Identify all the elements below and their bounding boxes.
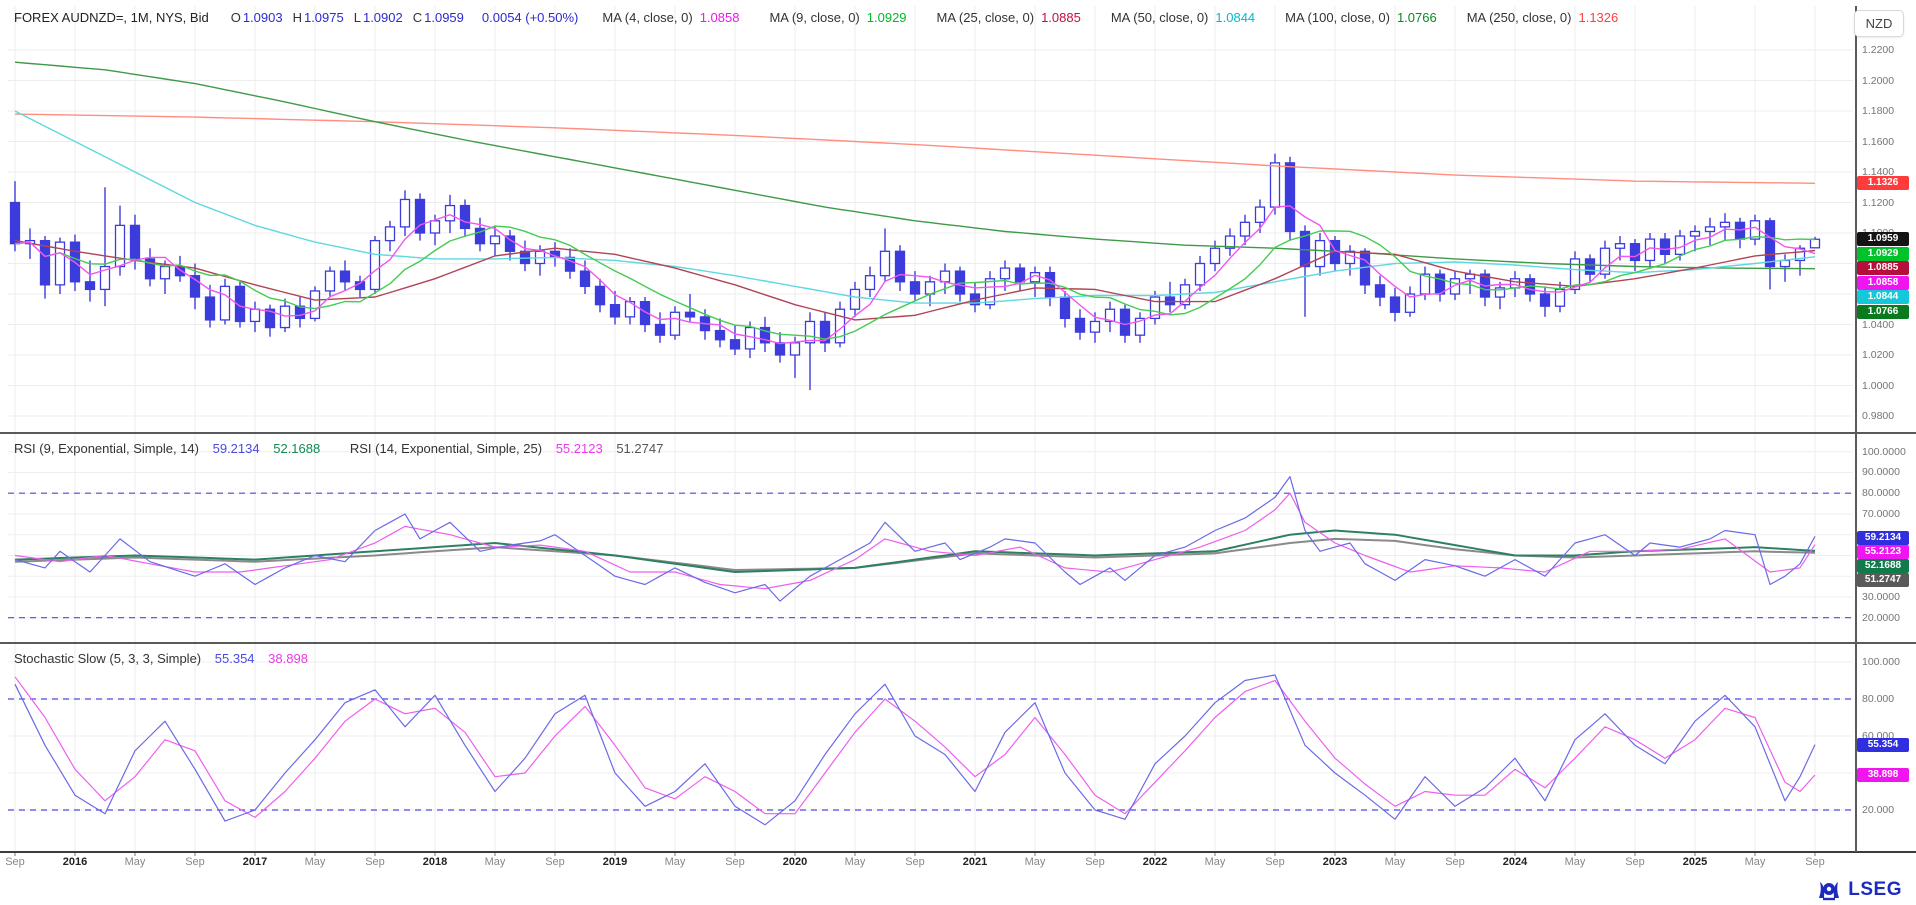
panel-separator[interactable] <box>0 642 1916 644</box>
rsi-axis-label: 90.0000 <box>1862 466 1900 478</box>
price-badge: 1.0929 <box>1857 247 1909 261</box>
stoch-axis-label: 20.000 <box>1862 804 1894 816</box>
x-axis-label: 2018 <box>423 856 447 868</box>
x-axis-label: 2025 <box>1683 856 1707 868</box>
x-axis-label: May <box>485 856 506 868</box>
price-badge: 1.0766 <box>1857 305 1909 319</box>
x-axis-label: Sep <box>185 856 205 868</box>
price-axis-border <box>1855 6 1857 852</box>
rsi14-label: RSI (14, Exponential, Simple, 25) <box>350 441 542 456</box>
x-axis-label: May <box>1385 856 1406 868</box>
stoch-axis-label: 100.000 <box>1862 656 1900 668</box>
x-axis-label: 2021 <box>963 856 987 868</box>
x-axis-label: 2024 <box>1503 856 1527 868</box>
instrument-title: FOREX AUDNZD=, 1M, NYS, Bid <box>14 10 209 25</box>
x-axis-label: May <box>1565 856 1586 868</box>
currency-label: NZD <box>1866 16 1893 31</box>
price-badge: 1.0959 <box>1857 232 1909 246</box>
ma-legend-item: MA (25, close, 0)1.0885 <box>937 10 1081 25</box>
price-axis-label: 1.2000 <box>1862 75 1894 87</box>
rsi-axis-label: 80.0000 <box>1862 487 1900 499</box>
rsi-axis-label: 70.0000 <box>1862 508 1900 520</box>
x-axis-line <box>0 851 1916 853</box>
rsi9-value: 59.2134 <box>213 441 260 456</box>
chart-legend: FOREX AUDNZD=, 1M, NYS, Bid O1.0903 H1.09… <box>0 0 1648 34</box>
price-badge: 1.0885 <box>1857 261 1909 275</box>
x-axis-label: 2023 <box>1323 856 1347 868</box>
ohlc-item: C1.0959 <box>413 10 464 25</box>
ma250-price-badge: 1.1326 <box>1857 176 1909 190</box>
rsi14-value: 55.2123 <box>556 441 603 456</box>
x-axis-label: May <box>305 856 326 868</box>
price-axis-label: 1.1600 <box>1862 136 1894 148</box>
stochastic-d-value: 38.898 <box>268 651 308 666</box>
price-axis-label: 1.0400 <box>1862 319 1894 331</box>
x-axis-label: Sep <box>365 856 385 868</box>
ohlc-item: O1.0903 <box>231 10 283 25</box>
ohlc-item: L1.0902 <box>354 10 403 25</box>
chart-application: FOREX AUDNZD=, 1M, NYS, Bid O1.0903 H1.09… <box>0 0 1916 905</box>
price-badge: 1.0858 <box>1857 276 1909 290</box>
panel-separator[interactable] <box>0 432 1916 434</box>
price-axis-label: 1.1200 <box>1862 197 1894 209</box>
ohlc-item: H1.0975 <box>293 10 344 25</box>
stochastic-panel-legend: Stochastic Slow (5, 3, 3, Simple) 55.354… <box>14 651 318 666</box>
lseg-logo: LSEG <box>1816 877 1902 903</box>
x-axis-label: 2019 <box>603 856 627 868</box>
stochastic-label: Stochastic Slow (5, 3, 3, Simple) <box>14 651 201 666</box>
rsi-axis-label: 30.0000 <box>1862 591 1900 603</box>
price-axis-label: 1.1800 <box>1862 105 1894 117</box>
lseg-crest-icon <box>1816 878 1842 902</box>
price-axis-label: 1.0200 <box>1862 349 1894 361</box>
rsi9-label: RSI (9, Exponential, Simple, 14) <box>14 441 199 456</box>
x-axis-label: 2022 <box>1143 856 1167 868</box>
ma-legend-item: MA (4, close, 0)1.0858 <box>602 10 739 25</box>
rsi-axis-label: 100.0000 <box>1862 446 1906 458</box>
stoch-badge: 55.354 <box>1857 738 1909 752</box>
x-axis-label: Sep <box>1445 856 1465 868</box>
x-axis-label: Sep <box>5 856 25 868</box>
price-axis-label: 1.0000 <box>1862 380 1894 392</box>
x-axis-label: May <box>1205 856 1226 868</box>
x-axis-label: May <box>845 856 866 868</box>
x-axis-label: May <box>1025 856 1046 868</box>
ma-legend: MA (4, close, 0)1.0858 MA (9, close, 0)1.… <box>602 10 1648 25</box>
x-axis-label: Sep <box>1625 856 1645 868</box>
ma-legend-item: MA (100, close, 0)1.0766 <box>1285 10 1437 25</box>
currency-chip[interactable]: NZD <box>1854 10 1904 37</box>
x-axis-label: Sep <box>905 856 925 868</box>
x-axis-label: Sep <box>725 856 745 868</box>
x-axis-label: May <box>665 856 686 868</box>
x-axis-label: May <box>125 856 146 868</box>
price-axis-label: 0.9800 <box>1862 410 1894 422</box>
rsi-badge: 59.2134 <box>1857 531 1909 545</box>
x-axis-label: 2017 <box>243 856 267 868</box>
rsi9-ma-value: 52.1688 <box>273 441 320 456</box>
rsi-panel-legend: RSI (9, Exponential, Simple, 14) 59.2134… <box>14 441 673 456</box>
stoch-badge: 38.898 <box>1857 768 1909 782</box>
stoch-axis-label: 80.000 <box>1862 693 1894 705</box>
stochastic-k-value: 55.354 <box>215 651 255 666</box>
ma-legend-item: MA (50, close, 0)1.0844 <box>1111 10 1255 25</box>
x-axis-label: 2016 <box>63 856 87 868</box>
x-axis-label: 2020 <box>783 856 807 868</box>
rsi-badge: 55.2123 <box>1857 545 1909 559</box>
change-readout: 0.0054 (+0.50%) <box>482 10 578 25</box>
rsi-badge: 51.2747 <box>1857 573 1909 587</box>
ohlc-readout: O1.0903 H1.0975 L1.0902 C1.0959 <box>231 10 474 25</box>
price-badge: 1.0844 <box>1857 290 1909 304</box>
x-axis-label: Sep <box>1805 856 1825 868</box>
ma-legend-item: MA (250, close, 0)1.1326 <box>1467 10 1619 25</box>
rsi-badge: 52.1688 <box>1857 559 1909 573</box>
rsi-axis-label: 20.0000 <box>1862 612 1900 624</box>
x-axis-label: Sep <box>1265 856 1285 868</box>
ma-legend-item: MA (9, close, 0)1.0929 <box>769 10 906 25</box>
x-axis-label: Sep <box>1085 856 1105 868</box>
rsi14-ma-value: 51.2747 <box>616 441 663 456</box>
x-axis-label: Sep <box>545 856 565 868</box>
x-axis-label: May <box>1745 856 1766 868</box>
price-axis-label: 1.2200 <box>1862 44 1894 56</box>
